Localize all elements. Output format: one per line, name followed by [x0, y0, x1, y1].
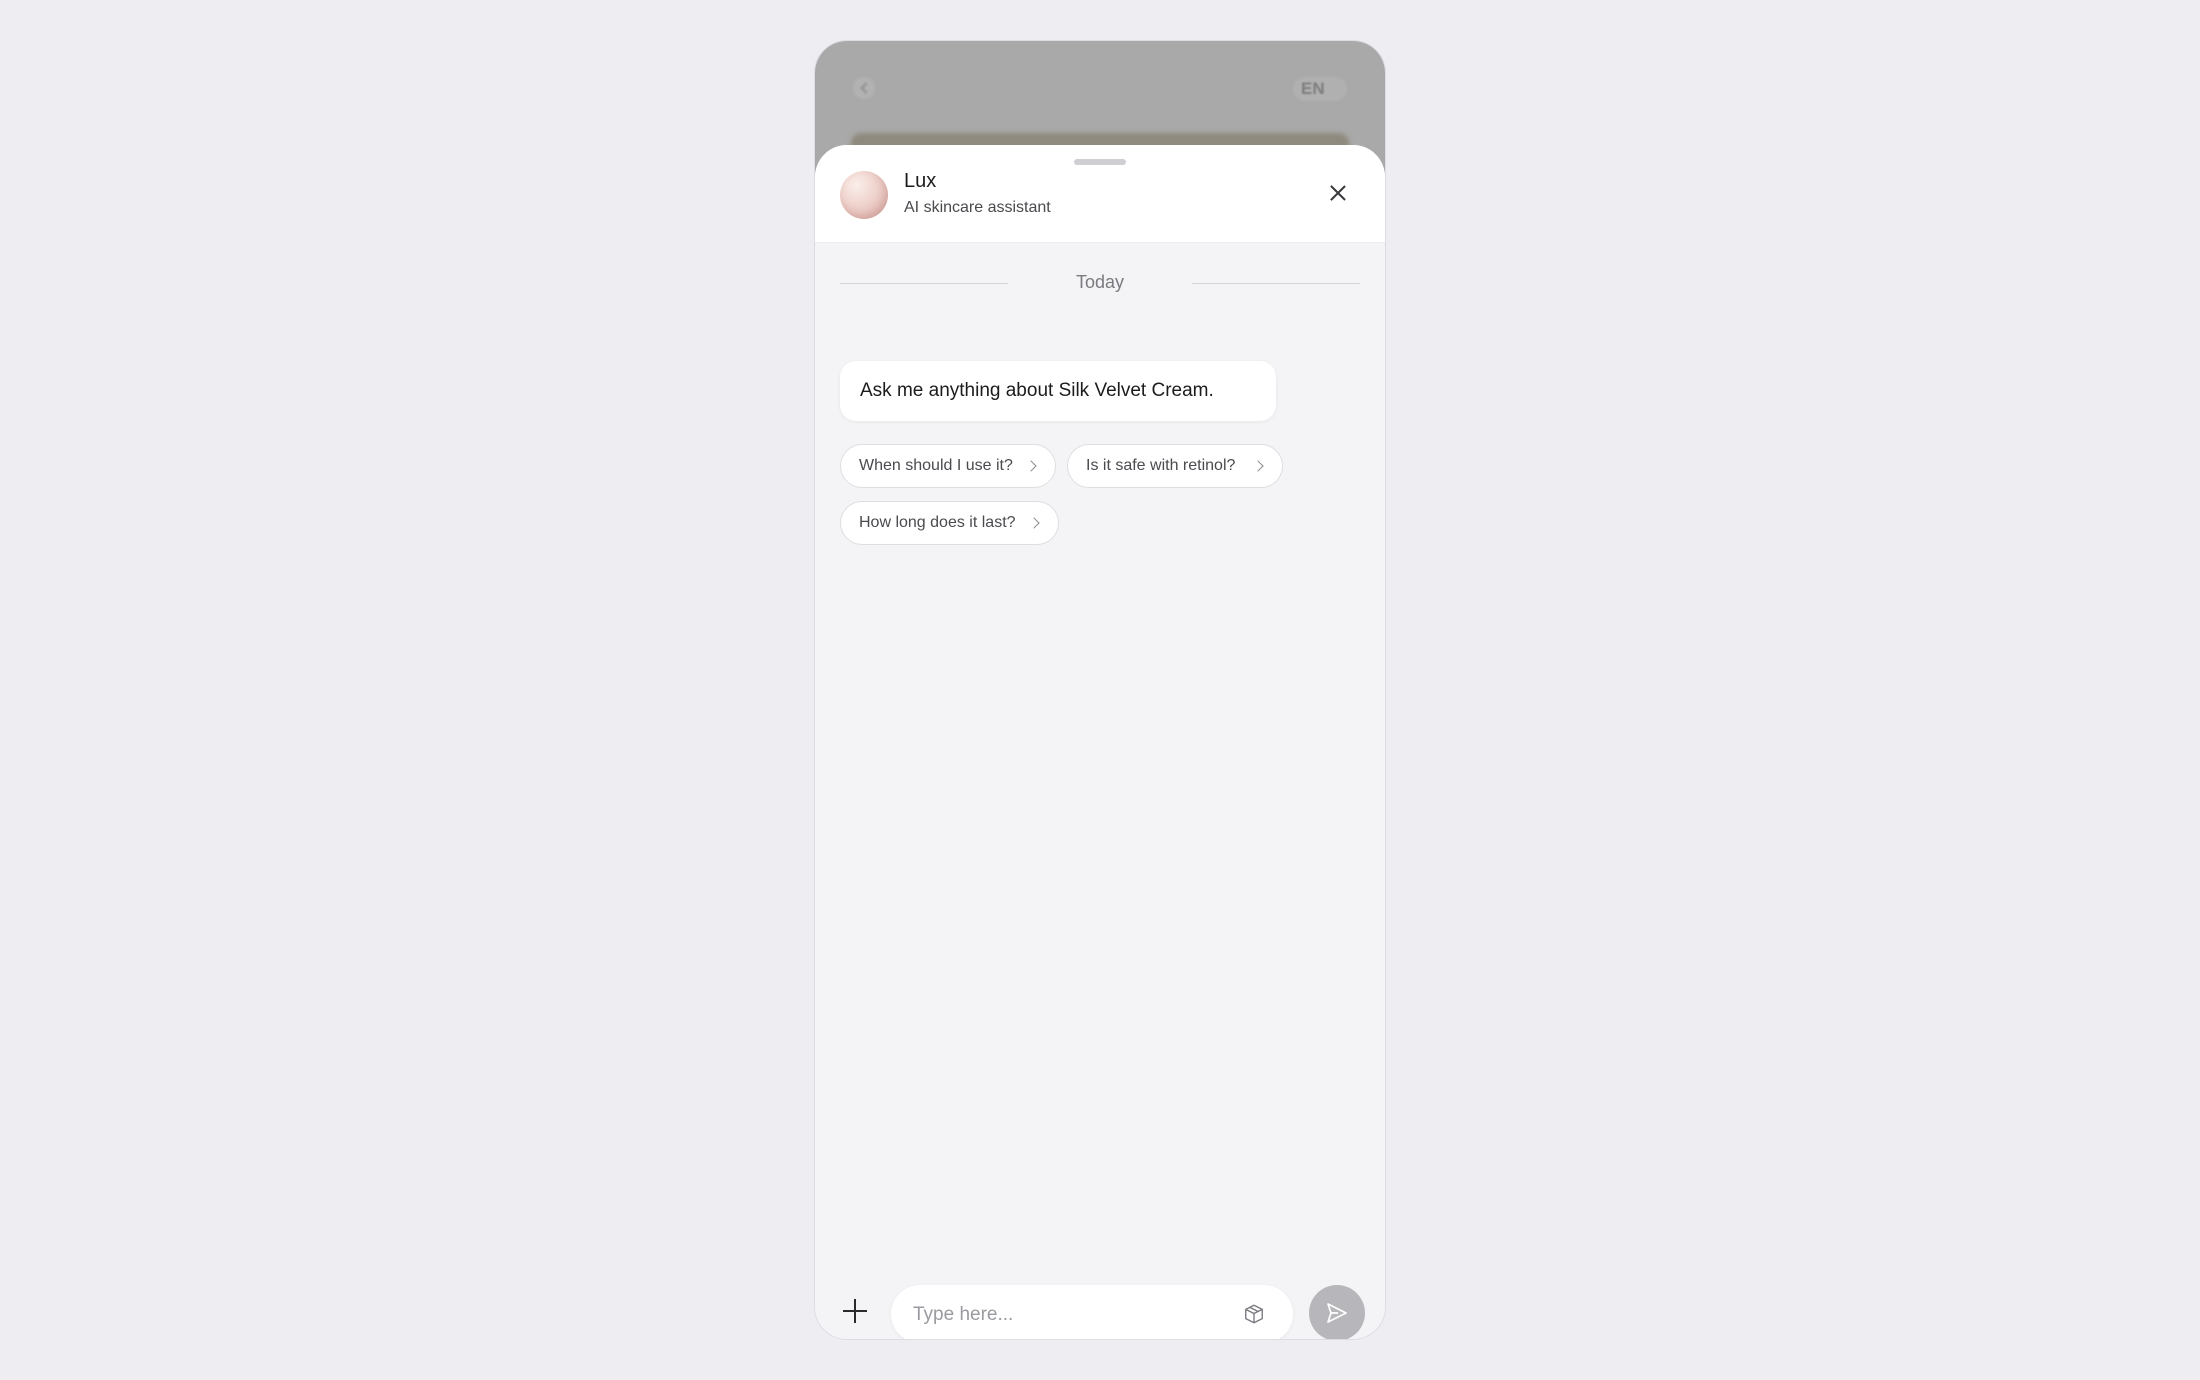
- phone-frame: EN Lux AI skincare assistant Today Ask m…: [815, 41, 1385, 1339]
- plus-icon[interactable]: [841, 1297, 869, 1325]
- suggestion-chip[interactable]: When should I use it?: [840, 444, 1056, 488]
- message-input[interactable]: [911, 1285, 1235, 1339]
- back-arrow-icon: [853, 77, 875, 99]
- sheet-grabber[interactable]: [1074, 159, 1126, 165]
- close-icon[interactable]: [1325, 180, 1351, 206]
- chevron-right-icon: [1025, 460, 1037, 472]
- suggestion-chip[interactable]: Is it safe with retinol?: [1067, 444, 1283, 488]
- avatar: [840, 171, 888, 219]
- suggestion-label: How long does it last?: [859, 514, 1016, 531]
- chat-sheet: Lux AI skincare assistant Today Ask me a…: [815, 145, 1385, 1339]
- assistant-subtitle: AI skincare assistant: [904, 199, 1051, 216]
- suggestion-chip[interactable]: How long does it last?: [840, 501, 1059, 545]
- send-button[interactable]: [1309, 1285, 1365, 1339]
- date-separator: Today: [840, 271, 1360, 295]
- message-input-container: [891, 1285, 1293, 1339]
- send-icon: [1327, 1303, 1347, 1323]
- suggestion-label: When should I use it?: [859, 457, 1013, 474]
- language-selector: EN: [1293, 77, 1347, 101]
- suggestion-label: Is it safe with retinol?: [1086, 457, 1236, 474]
- chevron-right-icon: [1252, 460, 1264, 472]
- divider: [1192, 283, 1360, 284]
- chevron-right-icon: [1028, 517, 1040, 529]
- box-icon[interactable]: [1243, 1303, 1265, 1325]
- assistant-name: Lux: [904, 170, 937, 192]
- chat-header: Lux AI skincare assistant: [815, 145, 1385, 243]
- assistant-message: Ask me anything about Silk Velvet Cream.: [840, 361, 1276, 421]
